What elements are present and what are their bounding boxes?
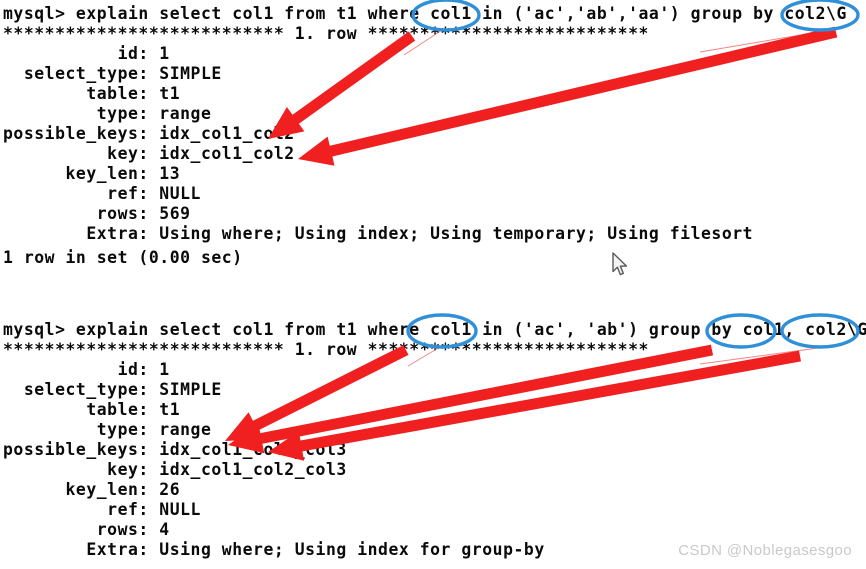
hairline-col2-q2 — [699, 347, 819, 365]
first-explain-block-line-10: rows: 569 — [3, 204, 191, 223]
first-explain-block-line-8: key_len: 13 — [3, 164, 181, 183]
first-explain-block-line-12: 1 row in set (0.00 sec) — [3, 248, 243, 267]
second-explain-block-line-4: table: t1 — [3, 400, 181, 419]
second-explain-block-line-8: key_len: 26 — [3, 480, 181, 499]
arrow-col2-to-key-q1 — [298, 26, 838, 166]
arrow-col1-to-possible-keys-q1 — [268, 31, 416, 139]
first-explain-block-line-7: key: idx_col1_col2 — [3, 144, 295, 163]
first-explain-block-line-2: id: 1 — [3, 44, 170, 63]
terminal-screenshot: mysql> explain select col1 from t1 where… — [0, 0, 866, 569]
first-explain-block-line-1: *************************** 1. row *****… — [3, 24, 649, 43]
second-explain-block-line-2: id: 1 — [3, 360, 170, 379]
csdn-watermark: CSDN @Noblegasesgoo — [678, 542, 852, 559]
second-explain-block-line-0: mysql> explain select col1 from t1 where… — [3, 320, 866, 339]
arrow-groupby-col1-to-type-q2 — [228, 344, 714, 454]
second-explain-block-line-9: ref: NULL — [3, 500, 201, 519]
second-explain-block-line-7: key: idx_col1_col2_col3 — [3, 460, 347, 479]
first-explain-block-line-3: select_type: SIMPLE — [3, 64, 222, 83]
first-explain-block-line-0: mysql> explain select col1 from t1 where… — [3, 4, 847, 23]
mouse-pointer-icon — [612, 252, 628, 276]
second-explain-block-line-3: select_type: SIMPLE — [3, 380, 222, 399]
first-explain-block-line-4: table: t1 — [3, 84, 181, 103]
first-explain-block-line-6: possible_keys: idx_col1_col2 — [3, 124, 295, 143]
hairline-col2-q1 — [699, 31, 819, 53]
second-explain-block-line-6: possible_keys: idx_col1_col2_col3 — [3, 440, 347, 459]
second-explain-block-line-11: Extra: Using where; Using index for grou… — [3, 540, 545, 559]
arrow-groupby-col2-to-keys-q2 — [268, 350, 801, 461]
first-explain-block-line-5: type: range — [3, 104, 212, 123]
first-explain-block-line-11: Extra: Using where; Using index; Using t… — [3, 224, 754, 243]
second-explain-block-line-10: rows: 4 — [3, 520, 170, 539]
first-explain-block-line-9: ref: NULL — [3, 184, 201, 203]
blue-ellipse-group — [406, 0, 860, 349]
second-explain-block-line-1: *************************** 1. row *****… — [3, 340, 649, 359]
hairline-group — [403, 29, 819, 367]
second-explain-block-line-5: type: range — [3, 420, 212, 439]
